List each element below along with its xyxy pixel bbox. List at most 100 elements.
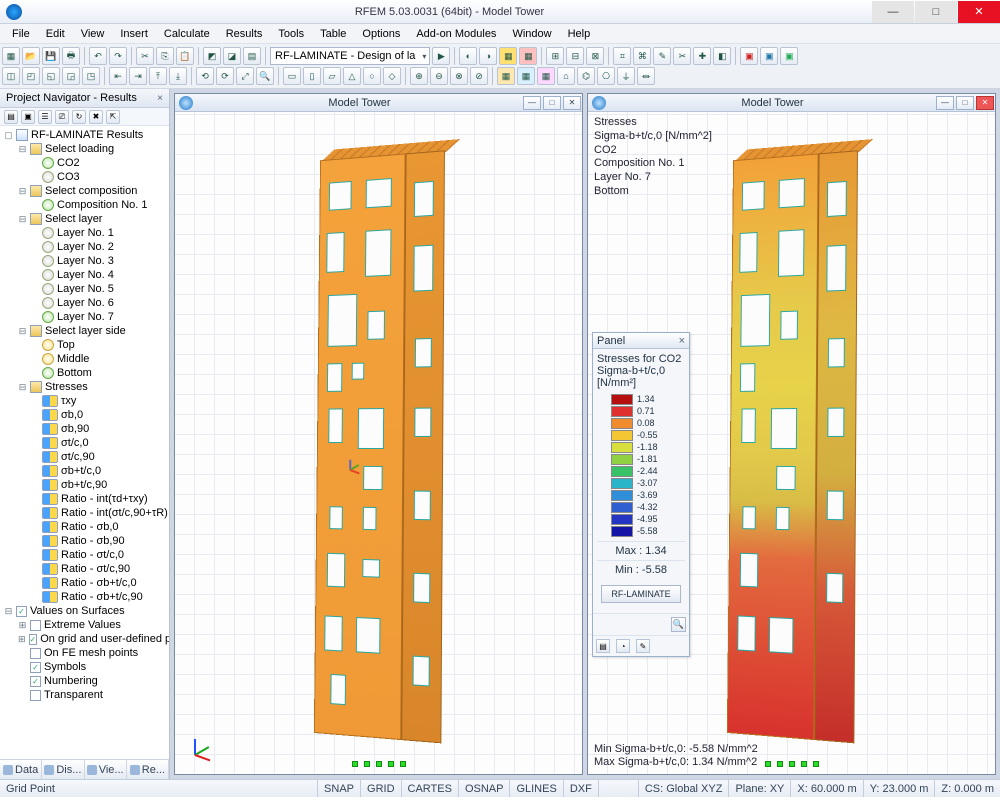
status-toggle-snap[interactable]: SNAP [317,780,360,797]
radio-icon[interactable] [42,269,54,281]
nav-tab-views[interactable]: Vie... [85,760,127,779]
panel-tab-icon[interactable]: ✎ [636,639,650,653]
tb-tool-icon[interactable]: ▣ [740,47,758,65]
stress-icon[interactable] [42,493,58,505]
tb-tool-icon[interactable]: ⏛ [637,67,655,85]
tb-tool-icon[interactable]: ▦ [497,67,515,85]
radio-icon[interactable] [42,241,54,253]
menu-calculate[interactable]: Calculate [158,26,216,42]
tb-tool-icon[interactable]: ⊠ [586,47,604,65]
menu-tools[interactable]: Tools [272,26,310,42]
tree-item[interactable]: σb,0 [61,409,83,421]
stress-icon[interactable] [42,577,58,589]
tree-item[interactable]: Extreme Values [44,619,121,631]
status-toggle-cartes[interactable]: CARTES [401,780,458,797]
tree-item[interactable]: Top [57,339,75,351]
tb-tool-icon[interactable]: ▦ [519,47,537,65]
stress-icon[interactable] [42,451,58,463]
tree-item[interactable]: CO3 [57,171,80,183]
stress-icon[interactable] [42,395,58,407]
tree-item[interactable]: Ratio - int(σt/c,90+τR) [61,507,168,519]
tree-item[interactable]: τxy [61,395,76,407]
view-minimize-button[interactable]: — [936,96,954,110]
tree-item[interactable]: Ratio - σb+t/c,0 [61,577,137,589]
nav-tool-icon[interactable]: ↻ [72,110,86,124]
tb-undo-icon[interactable]: ↶ [89,47,107,65]
stress-icon[interactable] [42,535,58,547]
checkbox-icon[interactable] [30,648,41,659]
tree-item[interactable]: σb+t/c,90 [61,479,107,491]
nav-tool-icon[interactable]: ⎚ [55,110,69,124]
tb-redo-icon[interactable]: ↷ [109,47,127,65]
tb-tool-icon[interactable]: ⊞ [546,47,564,65]
tb-tool-icon[interactable]: ⎔ [597,67,615,85]
tb-tool-icon[interactable]: ⤒ [149,67,167,85]
tb-tool-icon[interactable]: ⌘ [633,47,651,65]
tb-tool-icon[interactable]: ⇥ [129,67,147,85]
nav-tab-results[interactable]: Re... [127,760,169,779]
tree-section[interactable]: Select layer [45,213,102,225]
tb-print-icon[interactable]: 🖶 [62,47,80,65]
radio-icon[interactable] [42,339,54,351]
nav-tab-display[interactable]: Dis... [42,760,84,779]
tb-tool-icon[interactable]: ◇ [383,67,401,85]
tb-tool-icon[interactable]: ◲ [62,67,80,85]
tree-section[interactable]: Select composition [45,185,137,197]
tb-open-icon[interactable]: 📂 [22,47,40,65]
status-toggle-grid[interactable]: GRID [360,780,401,797]
menu-help[interactable]: Help [562,26,597,42]
tree-item[interactable]: Layer No. 7 [57,311,114,323]
stress-icon[interactable] [42,507,58,519]
nav-tool-icon[interactable]: ▤ [4,110,18,124]
status-toggle-osnap[interactable]: OSNAP [458,780,510,797]
tree-root[interactable]: RF-LAMINATE Results [31,129,143,141]
tb-tool-icon[interactable]: ⊕ [410,67,428,85]
tb-tool-icon[interactable]: ◫ [2,67,20,85]
view-right-canvas[interactable]: Stresses Sigma-b+t/c,0 [N/mm^2] CO2 Comp… [588,112,995,774]
stress-icon[interactable] [42,563,58,575]
tb-tool-icon[interactable]: ⌂ [557,67,575,85]
tb-tool-icon[interactable]: ⌗ [613,47,631,65]
tb-tool-icon[interactable]: ◳ [82,67,100,85]
tree-item[interactable]: Middle [57,353,89,365]
tb-tool-icon[interactable]: ✚ [693,47,711,65]
tb-tool-icon[interactable]: ▦ [537,67,555,85]
tree-item[interactable]: Numbering [44,675,98,687]
stress-icon[interactable] [42,591,58,603]
tb-tool-icon[interactable]: ▦ [499,47,517,65]
tb-save-icon[interactable]: 💾 [42,47,60,65]
tree-item[interactable]: σb,90 [61,423,89,435]
nav-tool-icon[interactable]: ✖ [89,110,103,124]
status-toggle-glines[interactable]: GLINES [509,780,562,797]
tree-section[interactable]: Select loading [45,143,114,155]
tb-tool-icon[interactable]: ▣ [760,47,778,65]
tb-tool-icon[interactable]: ▯ [303,67,321,85]
radio-selected-icon[interactable] [42,157,54,169]
menu-options[interactable]: Options [356,26,406,42]
tb-tool-icon[interactable]: ○ [363,67,381,85]
tb-tool-icon[interactable]: ▦ [517,67,535,85]
tree-item[interactable]: On FE mesh points [44,647,138,659]
tree-item[interactable]: Ratio - σt/c,90 [61,563,130,575]
checkbox-checked-icon[interactable]: ✓ [16,606,27,617]
tb-tool-icon[interactable]: ⊖ [430,67,448,85]
menu-window[interactable]: Window [506,26,557,42]
tree-item[interactable]: σt/c,0 [61,437,89,449]
view-minimize-button[interactable]: — [523,96,541,110]
menu-edit[interactable]: Edit [40,26,71,42]
panel-zoom-icon[interactable]: 🔍 [671,617,686,632]
tb-tool-icon[interactable]: ⏚ [617,67,635,85]
tree-item[interactable]: σt/c,90 [61,451,95,463]
tree-section[interactable]: Select layer side [45,325,126,337]
tree-item[interactable]: Ratio - σt/c,0 [61,549,124,561]
tb-tool-icon[interactable]: ✂ [673,47,691,65]
tree-item[interactable]: Layer No. 4 [57,269,114,281]
tree-section[interactable]: Stresses [45,381,88,393]
view-left-canvas[interactable] [175,112,582,774]
radio-icon[interactable] [42,283,54,295]
radio-icon[interactable] [42,171,54,183]
tree-item[interactable]: Ratio - int(τd+τxy) [61,493,148,505]
stress-icon[interactable] [42,437,58,449]
tb-tool-icon[interactable]: ▣ [780,47,798,65]
tb-tool-icon[interactable]: ⊗ [450,67,468,85]
